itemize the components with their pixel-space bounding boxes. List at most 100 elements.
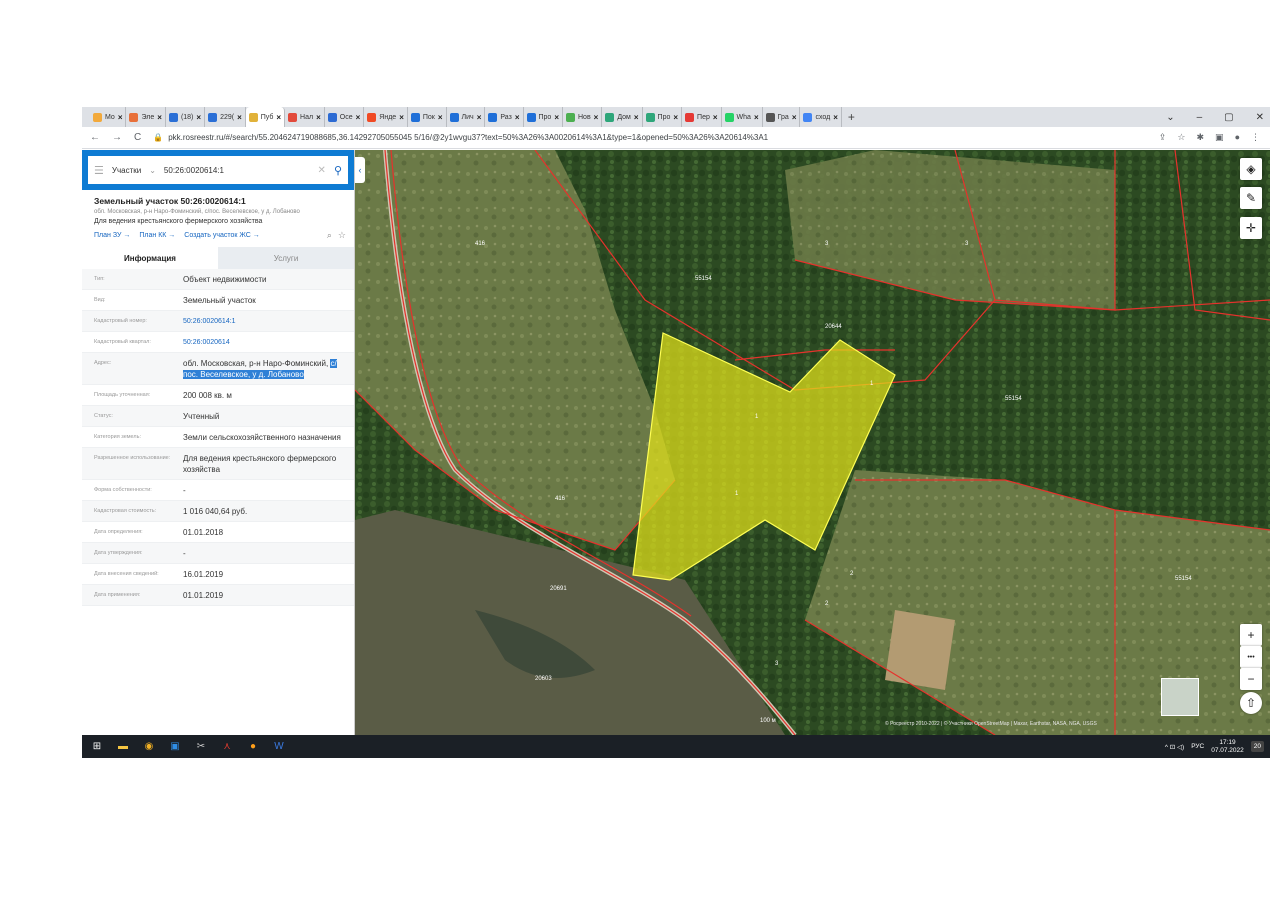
tab-close-icon[interactable]: × xyxy=(316,113,321,122)
language-indicator[interactable]: РУС xyxy=(1191,743,1204,750)
share-icon[interactable]: ⇪ xyxy=(1159,132,1167,143)
clock[interactable]: 17:19 07.07.2022 xyxy=(1211,739,1244,755)
hamburger-icon[interactable]: ☰ xyxy=(94,164,104,177)
map-view[interactable]: 55154 20644 55154 55154 416 416 3 3 1 1 1 2 2 3 20691 2… xyxy=(355,150,1270,735)
tab-close-icon[interactable]: × xyxy=(118,113,123,122)
reload-button[interactable]: C xyxy=(134,132,141,143)
create-parcel-link[interactable]: Создать участок ЖС → xyxy=(184,232,260,239)
parcel-label[interactable]: 416 xyxy=(475,241,486,247)
browser-tab[interactable]: (18) × xyxy=(166,107,206,127)
browser-tab[interactable]: Эле × xyxy=(126,107,166,127)
browser-tab[interactable]: сход × xyxy=(800,107,842,127)
tab-information[interactable]: Информация xyxy=(82,247,218,269)
bookmark-star-icon[interactable]: ☆ xyxy=(1177,132,1185,143)
tab-close-icon[interactable]: × xyxy=(438,113,443,122)
zoom-more-button[interactable]: ••• xyxy=(1240,646,1262,668)
profile-icon[interactable]: ● xyxy=(1235,132,1240,143)
chevron-down-icon[interactable]: ⌄ xyxy=(149,166,156,175)
tab-close-icon[interactable]: × xyxy=(477,113,482,122)
browser-tab[interactable]: Дом × xyxy=(602,107,643,127)
windows-start-icon[interactable]: ⊞ xyxy=(90,740,104,754)
minimize-button[interactable]: – xyxy=(1197,112,1203,123)
tab-close-icon[interactable]: × xyxy=(515,113,520,122)
address-bar[interactable]: 🔒 pkk.rosreestr.ru/#/search/55.204624719… xyxy=(153,133,1147,142)
tab-close-icon[interactable]: × xyxy=(833,113,838,122)
sidepanel-icon[interactable]: ▣ xyxy=(1215,132,1224,143)
browser-tab[interactable]: 229(× xyxy=(205,107,246,127)
browser-tab[interactable]: Wha × xyxy=(722,107,763,127)
browser-tab[interactable]: Раз × xyxy=(485,107,524,127)
parcel-label[interactable]: 55154 xyxy=(1005,396,1022,402)
browser-tab[interactable]: Осе × xyxy=(325,107,365,127)
browser-tab[interactable]: Гра × xyxy=(763,107,801,127)
locate-icon[interactable]: ✛ xyxy=(1240,217,1262,239)
minimap[interactable] xyxy=(1161,678,1199,716)
clear-icon[interactable]: ✕ xyxy=(318,165,326,176)
search-icon[interactable]: ⚲ xyxy=(334,164,342,177)
browser-tab[interactable]: Лич × xyxy=(447,107,486,127)
layers-icon[interactable]: ◈ xyxy=(1240,158,1262,180)
tab-close-icon[interactable]: × xyxy=(157,113,162,122)
tab-close-icon[interactable]: × xyxy=(673,113,678,122)
tab-close-icon[interactable]: × xyxy=(792,113,797,122)
plan-zu-link[interactable]: План ЗУ → xyxy=(94,232,130,239)
search-mode-select[interactable]: Участки xyxy=(112,166,141,175)
zoom-in-button[interactable]: + xyxy=(1240,624,1262,646)
info-value[interactable]: 50:26:0020614:1 xyxy=(183,311,346,331)
parcel-label[interactable]: 20603 xyxy=(535,676,552,682)
notification-badge[interactable]: 20 xyxy=(1250,741,1264,752)
tab-services[interactable]: Услуги xyxy=(218,247,354,269)
tab-close-icon[interactable]: × xyxy=(237,113,242,122)
zoom-to-icon[interactable]: ⌕ xyxy=(327,230,332,241)
info-value: 200 008 кв. м xyxy=(183,391,232,400)
tab-close-icon[interactable]: × xyxy=(754,113,759,122)
search-input[interactable]: 50:26:0020614:1 xyxy=(164,166,310,175)
satellite-map[interactable]: 551542064455154551544164163 3111223206912… xyxy=(355,150,1270,735)
file-explorer-icon[interactable]: ▬ xyxy=(116,740,130,754)
browser-tab[interactable]: Пок × xyxy=(408,107,447,127)
parcel-label[interactable]: 416 xyxy=(555,496,566,502)
parcel-label[interactable]: 55154 xyxy=(1175,576,1192,582)
snipping-tool-icon[interactable]: ✂ xyxy=(194,740,208,754)
browser-tab[interactable]: Пуб × xyxy=(245,107,286,127)
tray-icons[interactable]: ^ ⊡ ◁) xyxy=(1165,743,1184,751)
word-icon[interactable]: W xyxy=(272,740,286,754)
browser-tab[interactable]: Нов × xyxy=(563,107,603,127)
info-value[interactable]: 50:26:0020614 xyxy=(183,332,346,352)
compass-icon[interactable]: ⇧ xyxy=(1240,692,1262,714)
acrobat-icon[interactable]: ⋏ xyxy=(220,740,234,754)
chrome-icon[interactable]: ◉ xyxy=(142,740,156,754)
extensions-icon[interactable]: ✱ xyxy=(1197,132,1205,143)
tab-close-icon[interactable]: × xyxy=(399,113,404,122)
outlook-icon[interactable]: ▣ xyxy=(168,740,182,754)
tab-close-icon[interactable]: × xyxy=(356,113,361,122)
tab-close-icon[interactable]: × xyxy=(196,113,201,122)
parcel-label[interactable]: 55154 xyxy=(695,276,712,282)
pencil-icon[interactable]: ✎ xyxy=(1240,187,1262,209)
parcel-label[interactable]: 20691 xyxy=(550,586,567,592)
maximize-button[interactable]: ▢ xyxy=(1224,112,1233,123)
tab-close-icon[interactable]: × xyxy=(276,113,281,122)
browser-tab[interactable]: Про × xyxy=(643,107,683,127)
zoom-out-button[interactable]: − xyxy=(1240,668,1262,690)
more-menu-icon[interactable]: ⋮ xyxy=(1251,132,1260,143)
close-window-button[interactable]: ✕ xyxy=(1256,112,1264,123)
tab-close-icon[interactable]: × xyxy=(594,113,599,122)
new-tab-button[interactable]: + xyxy=(848,110,855,124)
favorite-star-icon[interactable]: ☆ xyxy=(338,230,346,241)
tab-close-icon[interactable]: × xyxy=(634,113,639,122)
browser-tab[interactable]: Нал × xyxy=(285,107,325,127)
tab-search-button[interactable]: ⌄ xyxy=(1166,112,1174,123)
browser-tab[interactable]: Пер × xyxy=(682,107,722,127)
browser-tab[interactable]: Мо × xyxy=(90,107,127,127)
browser-tab[interactable]: Про × xyxy=(524,107,563,127)
forward-button[interactable]: → xyxy=(112,132,122,143)
tab-close-icon[interactable]: × xyxy=(554,113,559,122)
app-icon[interactable]: ● xyxy=(246,740,260,754)
back-button[interactable]: ← xyxy=(90,132,100,143)
browser-tab[interactable]: Янде × xyxy=(364,107,408,127)
plan-kk-link[interactable]: План КК → xyxy=(139,232,175,239)
collapse-panel-button[interactable]: ‹ xyxy=(355,157,365,183)
parcel-label[interactable]: 20644 xyxy=(825,324,842,330)
tab-close-icon[interactable]: × xyxy=(713,113,718,122)
